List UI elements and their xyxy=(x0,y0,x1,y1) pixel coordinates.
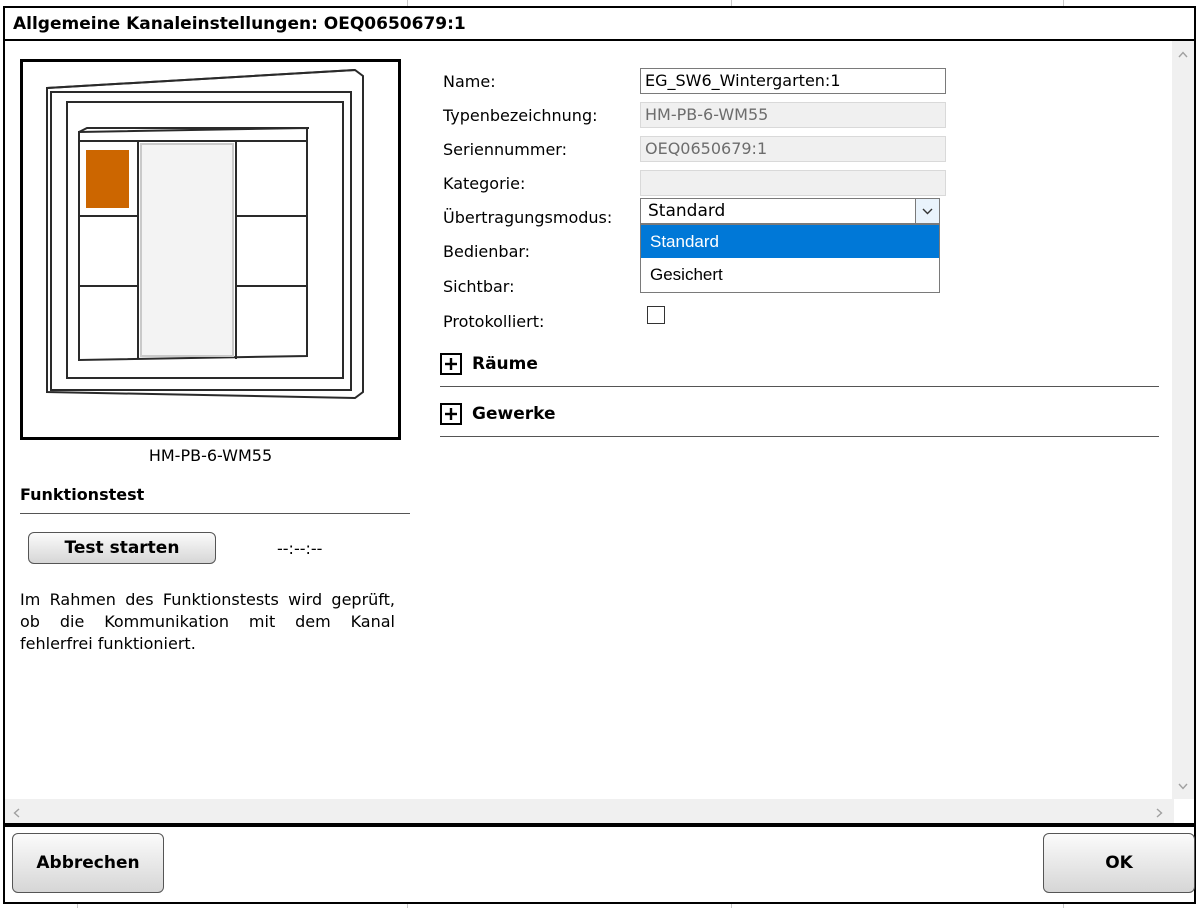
chevron-down-icon[interactable] xyxy=(915,199,939,223)
logged-checkbox[interactable] xyxy=(647,306,665,324)
category-field xyxy=(640,170,946,196)
rooms-label: Räume xyxy=(472,354,538,374)
start-test-button[interactable]: Test starten xyxy=(28,532,216,564)
dialog-title: Allgemeine Kanaleinstellungen: OEQ065067… xyxy=(5,8,1194,41)
cancel-button[interactable]: Abbrechen xyxy=(12,833,164,893)
scroll-up-icon[interactable] xyxy=(1178,47,1188,62)
name-input[interactable]: EG_SW6_Wintergarten:1 xyxy=(640,68,946,94)
test-timer: --:--:-- xyxy=(277,539,323,558)
transmission-mode-value: Standard xyxy=(648,201,726,221)
plus-icon xyxy=(440,353,462,375)
function-test-title: Funktionstest xyxy=(20,485,145,504)
mode-option-secured[interactable]: Gesichert xyxy=(641,258,939,291)
dialog-footer: Abbrechen OK xyxy=(5,823,1195,902)
active-button-highlight xyxy=(86,150,129,208)
mode-option-standard[interactable]: Standard xyxy=(641,225,939,258)
category-label: Kategorie: xyxy=(443,174,526,193)
serial-label: Seriennummer: xyxy=(443,140,567,159)
trades-label: Gewerke xyxy=(472,404,556,424)
logged-label: Protokolliert: xyxy=(443,312,545,331)
name-label: Name: xyxy=(443,72,496,91)
dialog-content: HM-PB-6-WM55 Funktionstest Test starten … xyxy=(5,41,1194,823)
background-line xyxy=(77,904,78,908)
section-divider xyxy=(20,513,410,514)
vertical-scrollbar[interactable] xyxy=(1172,41,1194,799)
horizontal-scrollbar[interactable] xyxy=(5,799,1174,823)
background-line xyxy=(407,904,408,908)
scroll-left-icon[interactable] xyxy=(13,807,20,822)
visible-label: Sichtbar: xyxy=(443,277,515,296)
background-line xyxy=(1063,904,1064,908)
ok-button[interactable]: OK xyxy=(1043,833,1195,893)
type-field: HM-PB-6-WM55 xyxy=(640,102,946,128)
scroll-right-icon[interactable] xyxy=(1156,807,1163,822)
operable-label: Bedienbar: xyxy=(443,242,531,261)
section-divider xyxy=(440,436,1159,437)
push-button-device-icon xyxy=(46,68,364,400)
transmission-mode-label: Übertragungsmodus: xyxy=(443,208,613,227)
transmission-mode-dropdown: Standard Gesichert xyxy=(640,224,940,293)
type-label: Typenbezeichnung: xyxy=(443,106,598,125)
trades-expander[interactable]: Gewerke xyxy=(440,403,555,425)
section-divider xyxy=(440,386,1159,387)
device-type-caption: HM-PB-6-WM55 xyxy=(148,446,273,465)
function-test-description: Im Rahmen des Funktionstests wird geprüf… xyxy=(20,590,395,653)
plus-icon xyxy=(440,403,462,425)
channel-settings-dialog: Allgemeine Kanaleinstellungen: OEQ065067… xyxy=(3,6,1196,904)
transmission-mode-select[interactable]: Standard xyxy=(640,198,940,224)
rooms-expander[interactable]: Räume xyxy=(440,353,538,375)
background-line xyxy=(731,904,732,908)
scroll-down-icon[interactable] xyxy=(1178,779,1188,794)
serial-field: OEQ0650679:1 xyxy=(640,136,946,162)
device-image xyxy=(20,59,401,440)
